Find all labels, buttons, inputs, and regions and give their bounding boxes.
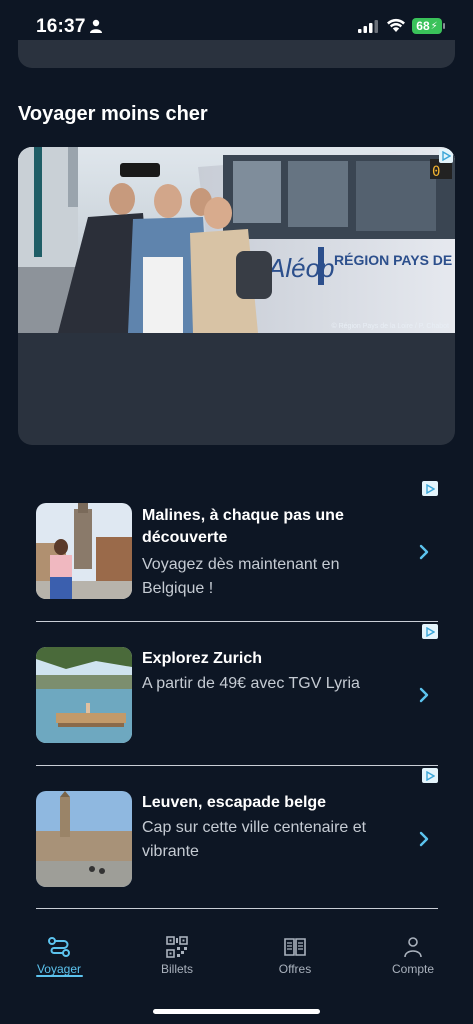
- tab-label: Billets: [160, 962, 193, 976]
- previous-card-edge: [18, 40, 455, 68]
- chevron-right-icon: [419, 687, 429, 703]
- tab-voyager[interactable]: Voyager: [19, 930, 99, 980]
- train-region: RÉGION PAYS DE LA LOIRE: [334, 252, 455, 268]
- chevron-right-icon: [419, 831, 429, 847]
- tab-offres[interactable]: Offres: [255, 930, 335, 980]
- thumbnail-image: [36, 503, 132, 599]
- list-item[interactable]: Leuven, escapade belge Cap sur cette vil…: [36, 768, 438, 908]
- chevron-right-icon: [419, 544, 429, 560]
- ad-card[interactable]: 0 Aléop RÉGION PAYS DE LA LOIRE © Région…: [18, 147, 455, 445]
- train-selfie-illustration: 0 Aléop RÉGION PAYS DE LA LOIRE: [18, 147, 455, 333]
- list-divider: [36, 765, 438, 766]
- charging-bolt-icon: ⚡: [430, 20, 438, 32]
- list-divider: [36, 621, 438, 622]
- list-divider: [36, 908, 438, 909]
- list-item-title: Explorez Zurich: [142, 650, 263, 667]
- tab-bar: Voyager Billets Offres Compte: [0, 930, 473, 990]
- list-item[interactable]: Explorez Zurich A partir de 49€ avec TGV…: [36, 624, 438, 764]
- battery-level: 68: [416, 19, 430, 33]
- wifi-icon: [387, 18, 405, 32]
- list-item-subtitle: Voyagez dès maintenant en Belgique !: [142, 556, 340, 597]
- ad-choices-icon[interactable]: [422, 768, 438, 783]
- tab-label: Voyager: [36, 962, 82, 976]
- home-indicator[interactable]: [153, 1009, 320, 1014]
- tab-label: Offres: [278, 962, 312, 976]
- qr-code-icon: [166, 936, 188, 958]
- status-time: 16:37: [36, 16, 86, 37]
- thumbnail-image: [36, 791, 132, 887]
- train-brand: Aléop: [266, 253, 335, 283]
- book-open-icon: [284, 938, 306, 956]
- list-item[interactable]: Malines, à chaque pas une découverte Voy…: [36, 481, 438, 621]
- thumbnail-image: [36, 647, 132, 743]
- tab-compte[interactable]: Compte: [373, 930, 453, 980]
- person-icon: [404, 937, 422, 958]
- ad-choices-icon[interactable]: [439, 149, 453, 163]
- route-icon: [48, 937, 70, 957]
- list-item-subtitle: A partir de 49€ avec TGV Lyria: [142, 675, 360, 692]
- signal-icon: [358, 20, 378, 33]
- list-item-title: Malines, à chaque pas une découverte: [142, 507, 344, 546]
- list-item-title: Leuven, escapade belge: [142, 794, 327, 811]
- photo-credit: © Région Pays de la Loire / P. Chabot: [331, 323, 450, 330]
- ad-photo[interactable]: 0 Aléop RÉGION PAYS DE LA LOIRE © Région…: [18, 147, 455, 333]
- ad-choices-icon[interactable]: [422, 481, 438, 496]
- battery-indicator: 68 ⚡: [412, 18, 445, 34]
- tab-billets[interactable]: Billets: [137, 930, 217, 980]
- tab-label: Compte: [391, 962, 435, 976]
- active-tab-indicator: [36, 975, 83, 977]
- section-title: Voyager moins cher: [18, 103, 208, 125]
- ad-choices-icon[interactable]: [422, 624, 438, 639]
- train-number-display: 0: [432, 164, 440, 180]
- person-icon: [90, 19, 102, 33]
- list-item-subtitle: Cap sur cette ville centenaire et vibran…: [142, 819, 367, 860]
